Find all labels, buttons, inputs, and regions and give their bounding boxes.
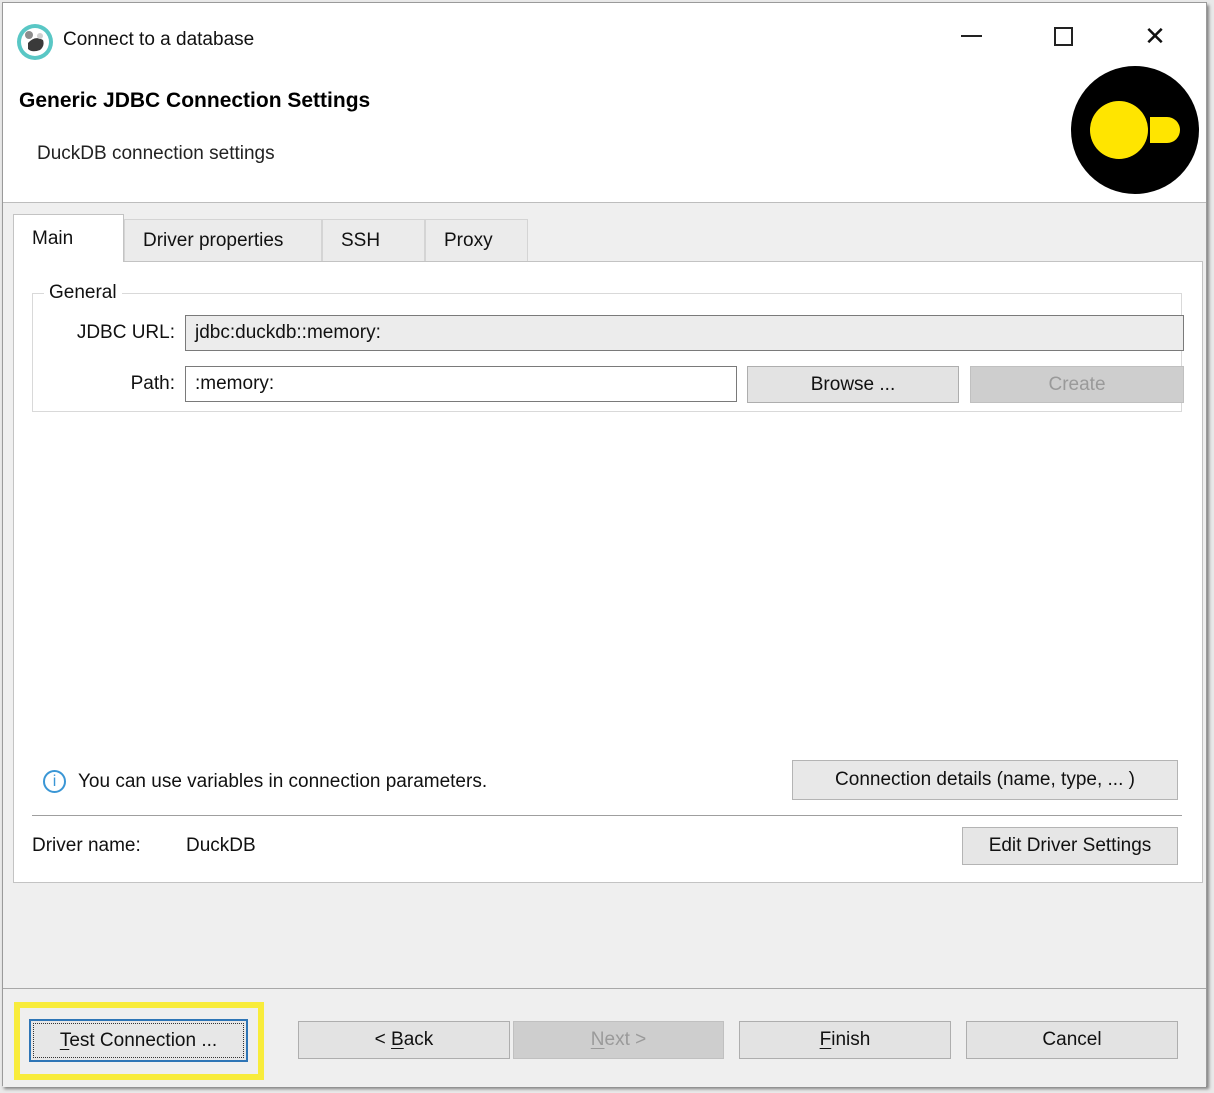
window-title: Connect to a database — [63, 29, 254, 51]
title-bar: Connect to a database ✕ — [3, 3, 1206, 65]
close-button[interactable]: ✕ — [1131, 17, 1179, 55]
dialog-header: Generic JDBC Connection Settings DuckDB … — [3, 65, 1206, 202]
divider — [32, 815, 1182, 816]
path-label: Path: — [45, 373, 175, 395]
tab-ssh[interactable]: SSH — [322, 219, 425, 261]
jdbc-url-value: jdbc:duckdb::memory: — [195, 322, 381, 344]
edit-driver-settings-button[interactable]: Edit Driver Settings — [962, 827, 1178, 865]
browse-button[interactable]: Browse ... — [747, 366, 959, 403]
maximize-button[interactable] — [1039, 17, 1087, 55]
tab-driver-properties[interactable]: Driver properties — [124, 219, 322, 261]
general-group-title: General — [44, 282, 122, 304]
tab-proxy[interactable]: Proxy — [425, 219, 528, 261]
cancel-button[interactable]: Cancel — [966, 1021, 1178, 1059]
create-button: Create — [970, 366, 1184, 403]
duckdb-logo — [1070, 65, 1200, 195]
dialog-body: Main Driver properties SSH Proxy General… — [3, 202, 1206, 1086]
general-group: General JDBC URL: jdbc:duckdb::memory: P… — [32, 293, 1182, 412]
info-icon: i — [43, 770, 66, 793]
main-tab-panel: General JDBC URL: jdbc:duckdb::memory: P… — [13, 261, 1203, 883]
driver-name-value: DuckDB — [186, 835, 256, 857]
back-button[interactable]: < Back — [298, 1021, 510, 1059]
tab-main[interactable]: Main — [13, 214, 124, 262]
tab-label: Main — [32, 228, 73, 250]
path-value: :memory: — [195, 373, 274, 395]
dialog-footer: Test Connection ... < Back Next > Finish… — [3, 988, 1206, 1087]
tab-label: Driver properties — [143, 230, 283, 252]
minimize-icon — [961, 35, 982, 37]
jdbc-url-field[interactable]: jdbc:duckdb::memory: — [185, 315, 1184, 351]
next-button: Next > — [513, 1021, 724, 1059]
test-connection-button[interactable]: Test Connection ... — [29, 1019, 248, 1062]
tab-label: Proxy — [444, 230, 493, 252]
driver-name-label: Driver name: — [32, 835, 141, 857]
info-message: You can use variables in connection para… — [78, 771, 487, 793]
finish-button[interactable]: Finish — [739, 1021, 951, 1059]
page-title: Generic JDBC Connection Settings — [19, 89, 370, 113]
dbeaver-logo-icon — [16, 23, 54, 61]
minimize-button[interactable] — [947, 17, 995, 55]
tab-label: SSH — [341, 230, 380, 252]
path-input[interactable]: :memory: — [185, 366, 737, 402]
connection-details-button[interactable]: Connection details (name, type, ... ) — [792, 760, 1178, 800]
jdbc-url-label: JDBC URL: — [45, 322, 175, 344]
connect-database-dialog: Connect to a database ✕ Generic JDBC Con… — [2, 2, 1207, 1086]
close-icon: ✕ — [1144, 23, 1166, 49]
maximize-icon — [1054, 27, 1073, 46]
page-subtitle: DuckDB connection settings — [37, 143, 275, 165]
